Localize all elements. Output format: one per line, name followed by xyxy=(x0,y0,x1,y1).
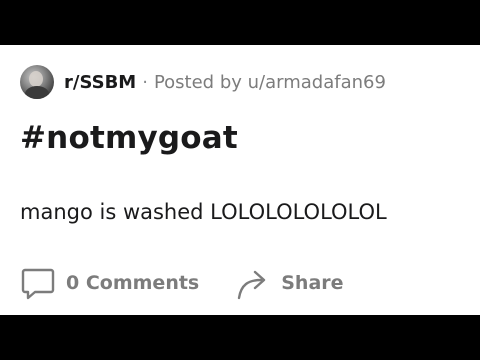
post-body: mango is washed LOLOLOLOLOLOL xyxy=(20,200,387,224)
share-label: Share xyxy=(281,272,344,294)
post-actions: 0 Comments Share xyxy=(20,263,344,303)
comments-label: 0 Comments xyxy=(66,272,200,294)
posted-by-text[interactable]: Posted by u/armadafan69 xyxy=(154,72,386,93)
comments-button[interactable]: 0 Comments xyxy=(20,265,199,301)
avatar[interactable] xyxy=(20,65,54,99)
post-meta: r/SSBM · Posted by u/armadafan69 xyxy=(20,65,386,99)
avatar-body xyxy=(25,86,49,99)
share-icon xyxy=(235,265,271,301)
subreddit-link[interactable]: r/SSBM xyxy=(64,72,136,93)
post-card: r/SSBM · Posted by u/armadafan69 #notmyg… xyxy=(0,45,480,315)
post-title[interactable]: #notmygoat xyxy=(20,120,238,156)
meta-separator: · xyxy=(142,71,148,93)
avatar-face xyxy=(29,71,43,87)
video-frame: r/SSBM · Posted by u/armadafan69 #notmyg… xyxy=(0,0,480,360)
comment-icon xyxy=(20,265,56,301)
share-button[interactable]: Share xyxy=(235,265,344,301)
